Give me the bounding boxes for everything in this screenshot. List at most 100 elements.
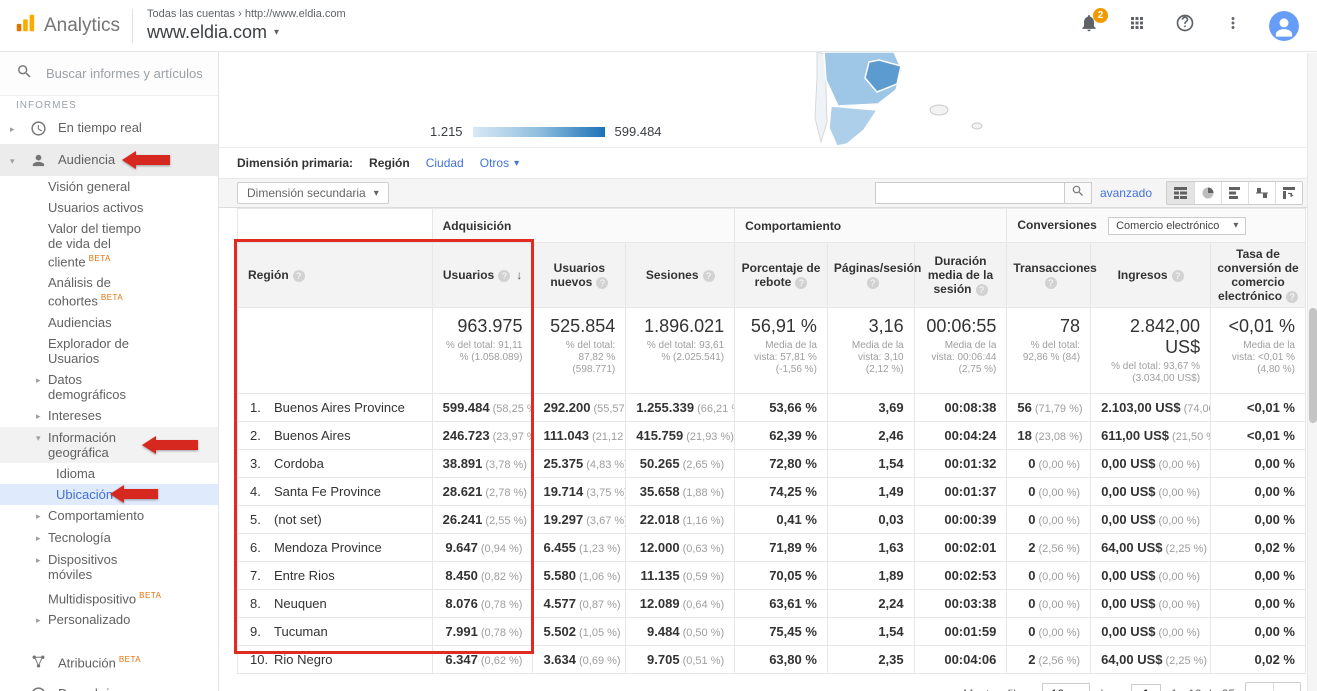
rows-per-page-value: 10 xyxy=(1051,687,1064,691)
search-icon xyxy=(1071,184,1085,203)
tasa-cell: 0,00 % xyxy=(1211,478,1306,506)
table-row[interactable]: 6.Mendoza Province9.647(0,94 %)6.455(1,2… xyxy=(238,534,1306,562)
view-pivot-button[interactable] xyxy=(1275,182,1302,204)
column-header-paginas-sesion[interactable]: Páginas/sesión? xyxy=(827,243,914,308)
dimension-region[interactable]: Región xyxy=(369,156,410,170)
dimension-otros[interactable]: Otros ▾ xyxy=(480,156,519,170)
column-header-transacciones[interactable]: Transacciones? xyxy=(1007,243,1091,308)
table-row[interactable]: 1.Buenos Aires Province599.484(58,25 %)2… xyxy=(238,394,1306,422)
notifications-button[interactable]: 2 xyxy=(1077,14,1101,38)
column-header-usuarios[interactable]: Usuarios?↓ xyxy=(432,243,533,308)
sidebar: INFORMES ▸En tiempo real▾AudienciaVisión… xyxy=(0,52,219,691)
attribution-icon xyxy=(30,653,50,671)
vertical-scrollbar[interactable] xyxy=(1307,53,1317,691)
region-cell: 5.(not set) xyxy=(238,506,433,534)
table-search-button[interactable] xyxy=(1065,182,1092,204)
table-row[interactable]: 9.Tucuman7.991(0,78 %)5.502(1,05 %)9.484… xyxy=(238,618,1306,646)
table-row[interactable]: 8.Neuquen8.076(0,78 %)4.577(0,87 %)12.08… xyxy=(238,590,1306,618)
column-header-rebote[interactable]: Porcentaje de rebote? xyxy=(735,243,828,308)
sort-desc-icon[interactable]: ↓ xyxy=(516,268,522,282)
goto-page-input[interactable] xyxy=(1131,684,1161,691)
view-percentage-button[interactable] xyxy=(1194,182,1221,204)
table-row[interactable]: 10.Rio Negro6.347(0,62 %)3.634(0,69 %)9.… xyxy=(238,646,1306,674)
rebote-cell: 74,25 % xyxy=(735,478,828,506)
sidebar-item-informacion-geografica[interactable]: ▾Información geográfica xyxy=(0,427,218,463)
dimension-ciudad[interactable]: Ciudad xyxy=(426,156,464,170)
advanced-filter-link[interactable]: avanzado xyxy=(1100,186,1152,200)
divider xyxy=(132,9,133,43)
sidebar-item-comportamiento[interactable]: ▸Comportamiento xyxy=(0,505,218,527)
table-row[interactable]: 5.(not set)26.241(2,55 %)19.297(3,67 %)2… xyxy=(238,506,1306,534)
prev-page-button[interactable]: ‹ xyxy=(1246,683,1273,691)
column-header-usuarios-nuevos[interactable]: Usuarios nuevos? xyxy=(533,243,626,308)
sidebar-item-dispositivos-moviles[interactable]: ▸Dispositivos móviles xyxy=(0,549,218,585)
usuarios-nuevos-cell: 111.043(21,12 %) xyxy=(533,422,626,450)
sidebar-item-label: Datos demográficos xyxy=(48,372,156,402)
search-input[interactable] xyxy=(46,66,206,81)
informes-section-label: INFORMES xyxy=(0,96,218,112)
ingresos-cell: 0,00 US$(0,00 %) xyxy=(1091,478,1211,506)
next-page-button[interactable]: › xyxy=(1273,683,1300,691)
duracion-cell: 00:04:06 xyxy=(914,646,1007,674)
column-header-sesiones[interactable]: Sesiones? xyxy=(626,243,735,308)
column-header-region[interactable]: Región? xyxy=(238,243,433,308)
primary-dimension-label: Dimensión primaria: xyxy=(237,156,353,170)
scrollbar-thumb[interactable] xyxy=(1309,308,1317,423)
total-tasa: <0,01 %Media de la vista: <0,01 % (4,80 … xyxy=(1211,308,1306,394)
usuarios-nuevos-cell: 292.200(55,57 %) xyxy=(533,394,626,422)
avatar[interactable] xyxy=(1269,11,1299,41)
sidebar-item-valor-del-tiempo-de-vida-del-cliente[interactable]: Valor del tiempo de vida del clienteBETA xyxy=(0,218,218,272)
column-header-ingresos[interactable]: Ingresos? xyxy=(1091,243,1211,308)
sidebar-item-audiencia[interactable]: ▾Audiencia xyxy=(0,144,218,176)
table-row[interactable]: 3.Cordoba38.891(3,78 %)25.375(4,83 %)50.… xyxy=(238,450,1306,478)
notification-badge: 2 xyxy=(1093,8,1108,23)
duracion-cell: 00:01:32 xyxy=(914,450,1007,478)
sidebar-item-en-tiempo-real[interactable]: ▸En tiempo real xyxy=(0,112,218,144)
beta-badge: BETA xyxy=(101,293,123,302)
help-button[interactable] xyxy=(1173,14,1197,38)
sidebar-item-multidispositivo[interactable]: MultidispositivoBETA xyxy=(0,585,218,609)
search-icon xyxy=(16,63,33,85)
ecommerce-selector[interactable]: Comercio electrónico ▾ xyxy=(1108,217,1246,235)
duracion-cell: 00:01:59 xyxy=(914,618,1007,646)
sidebar-item-usuarios-activos[interactable]: Usuarios activos xyxy=(0,197,218,218)
total-usuarios: 963.975% del total: 91,11 % (1.058.089) xyxy=(432,308,533,394)
sidebar-item-explorador-de-usuarios[interactable]: Explorador de Usuarios xyxy=(0,333,218,369)
secondary-dimension-button[interactable]: Dimensión secundaria ▾ xyxy=(237,182,389,204)
sidebar-search[interactable] xyxy=(0,52,218,96)
sidebar-item-intereses[interactable]: ▸Intereses xyxy=(0,405,218,427)
sidebar-item-atribucion[interactable]: AtribuciónBETA xyxy=(0,645,218,678)
sidebar-item-idioma[interactable]: Idioma xyxy=(0,463,218,484)
table-search-input[interactable] xyxy=(875,182,1065,204)
sidebar-item-analisis-de-cohortes[interactable]: Análisis de cohortesBETA xyxy=(0,272,218,311)
dimension-otros-label: Otros xyxy=(480,156,509,170)
sidebar-item-tecnologia[interactable]: ▸Tecnología xyxy=(0,527,218,549)
table-row[interactable]: 4.Santa Fe Province28.621(2,78 %)19.714(… xyxy=(238,478,1306,506)
sidebar-item-personalizado[interactable]: ▸Personalizado xyxy=(0,609,218,631)
sidebar-item-ubicacion[interactable]: Ubicación xyxy=(0,484,218,505)
table-row[interactable]: 2.Buenos Aires246.723(23,97 %)111.043(21… xyxy=(238,422,1306,450)
analytics-logo[interactable]: Analytics xyxy=(14,12,132,39)
rows-per-page-select[interactable]: 10 ▾ xyxy=(1042,683,1090,691)
sidebar-item-vision-general[interactable]: Visión general xyxy=(0,176,218,197)
show-rows-label: Mostrar filas: xyxy=(963,687,1032,691)
transacciones-cell: 0(0,00 %) xyxy=(1007,618,1091,646)
sidebar-item-descubrir[interactable]: Descubrir xyxy=(0,678,218,691)
account-selector[interactable]: www.eldia.com ▾ xyxy=(147,22,346,43)
chevron-spacer xyxy=(36,200,48,201)
apps-grid-button[interactable] xyxy=(1125,14,1149,38)
view-comparison-button[interactable] xyxy=(1248,182,1275,204)
table-row[interactable]: 7.Entre Rios8.450(0,82 %)5.580(1,06 %)11… xyxy=(238,562,1306,590)
view-table-button[interactable] xyxy=(1167,182,1194,204)
view-performance-button[interactable] xyxy=(1221,182,1248,204)
column-header-tasa[interactable]: Tasa de conversión de comercio electróni… xyxy=(1211,243,1306,308)
more-menu-button[interactable] xyxy=(1221,14,1245,38)
sesiones-cell: 12.089(0,64 %) xyxy=(626,590,735,618)
usuarios-cell: 26.241(2,55 %) xyxy=(432,506,533,534)
column-header-duracion[interactable]: Duración media de la sesión? xyxy=(914,243,1007,308)
usuarios-nuevos-cell: 6.455(1,23 %) xyxy=(533,534,626,562)
sidebar-item-audiencias[interactable]: Audiencias xyxy=(0,312,218,333)
region-cell: 2.Buenos Aires xyxy=(238,422,433,450)
sidebar-item-datos-demograficos[interactable]: ▸Datos demográficos xyxy=(0,369,218,405)
total-sesiones: 1.896.021% del total: 93,61 % (2.025.541… xyxy=(626,308,735,394)
